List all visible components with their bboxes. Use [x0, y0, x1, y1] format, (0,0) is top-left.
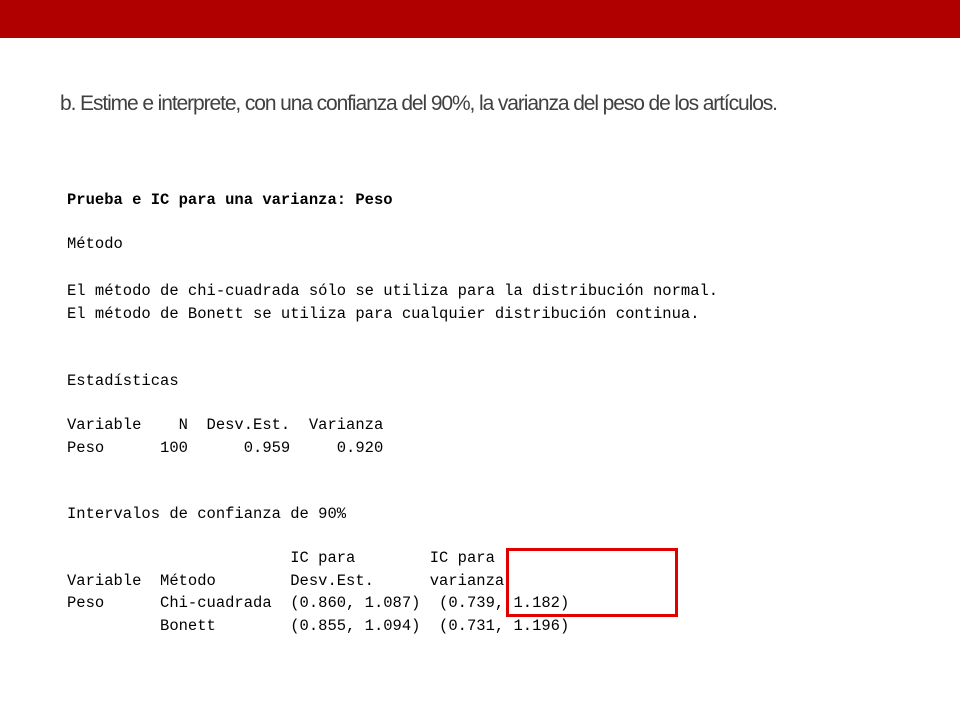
ci-table-row: Peso Chi-cuadrada (0.860, 1.087) (0.739,… [67, 594, 570, 612]
ci-table-header: Variable Método Desv.Est. varianza [67, 572, 505, 590]
method-line: El método de chi-cuadrada sólo se utiliz… [67, 282, 719, 300]
output-header: Prueba e IC para una varianza: Peso [67, 191, 393, 209]
variance-ci-highlight-box [506, 548, 678, 617]
method-heading: Método [67, 235, 123, 253]
method-line: El método de Bonett se utiliza para cual… [67, 305, 700, 323]
stats-heading: Estadísticas [67, 372, 179, 390]
slide: b. Estime e interprete, con una confianz… [0, 0, 960, 720]
top-banner [0, 0, 960, 38]
ci-table-row: Bonett (0.855, 1.094) (0.731, 1.196) [67, 617, 570, 635]
slide-title: b. Estime e interprete, con una confianz… [60, 92, 778, 115]
stats-table-row: Peso 100 0.959 0.920 [67, 439, 384, 457]
stats-table-header: Variable N Desv.Est. Varianza [67, 416, 384, 434]
ci-heading: Intervalos de confianza de 90% [67, 505, 347, 523]
ci-table-header: IC para IC para [67, 549, 495, 567]
